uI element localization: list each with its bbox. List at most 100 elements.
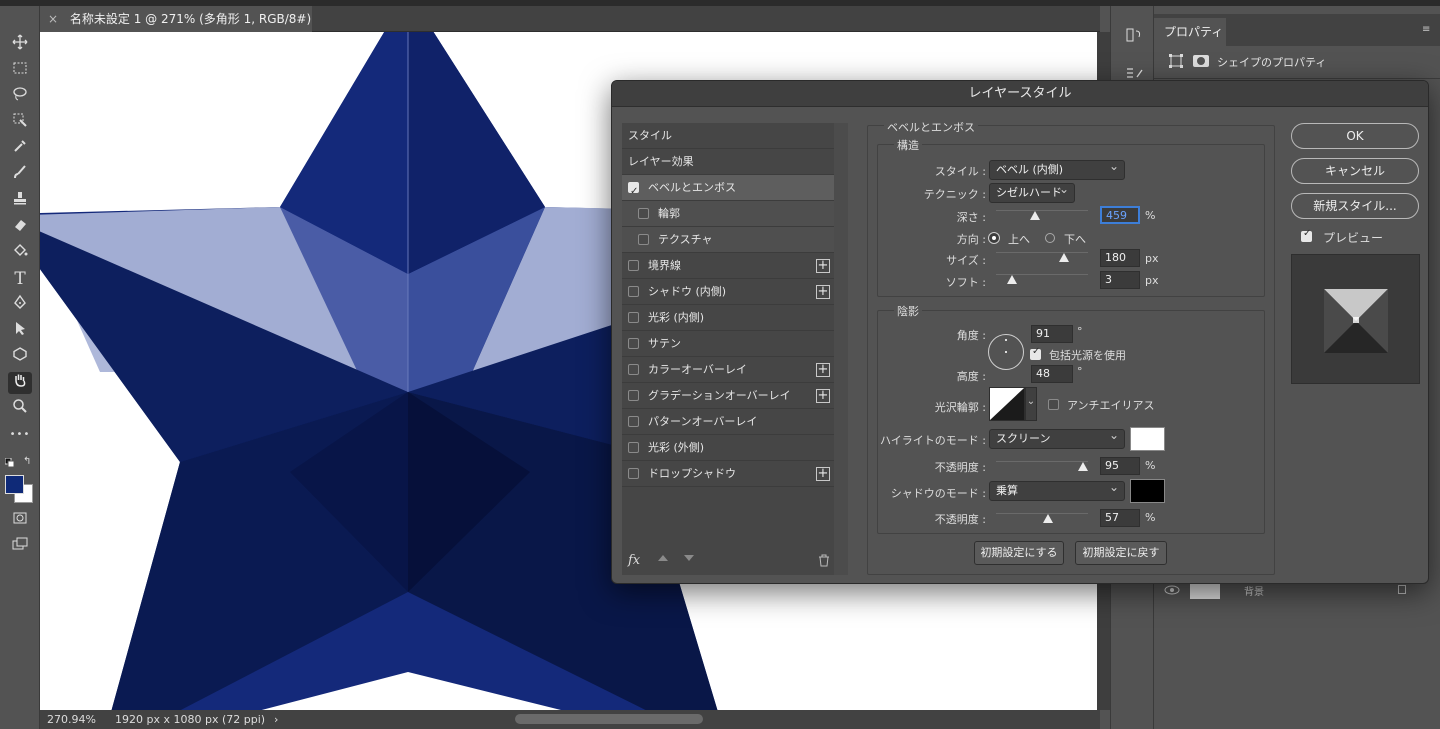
eye-icon[interactable] bbox=[1164, 584, 1180, 596]
screen-mode-icon[interactable] bbox=[8, 536, 32, 558]
angle-input[interactable]: 91 bbox=[1031, 325, 1073, 343]
history-icon[interactable] bbox=[1125, 26, 1143, 44]
default-colors-icon[interactable] bbox=[4, 457, 15, 468]
effect-checkbox[interactable] bbox=[628, 312, 639, 323]
effect-item[interactable]: 輪郭 bbox=[622, 201, 834, 227]
more-icon[interactable]: ••• bbox=[8, 424, 32, 446]
effect-checkbox[interactable] bbox=[628, 442, 639, 453]
shape-icon[interactable] bbox=[8, 346, 32, 368]
brush-settings-icon[interactable] bbox=[1125, 66, 1143, 80]
effect-checkbox[interactable] bbox=[628, 179, 639, 205]
foreground-color-swatch[interactable] bbox=[5, 475, 24, 494]
effect-item[interactable]: 境界線 + bbox=[622, 253, 834, 279]
effects-list-scrollbar[interactable] bbox=[834, 123, 848, 575]
effect-item[interactable]: ベベルとエンボス bbox=[622, 175, 834, 205]
effect-item[interactable]: ドロップシャドウ + bbox=[622, 461, 834, 487]
gloss-contour-dropdown[interactable]: ⌄ bbox=[1025, 387, 1037, 421]
lasso-icon[interactable] bbox=[8, 86, 32, 108]
make-default-button[interactable]: 初期設定にする bbox=[974, 541, 1064, 565]
add-effect-icon[interactable]: + bbox=[816, 285, 830, 299]
horizontal-scrollbar-thumb[interactable] bbox=[515, 714, 703, 724]
status-menu-arrow[interactable]: › bbox=[274, 710, 278, 729]
shadow-mode-select[interactable]: 乗算 bbox=[989, 478, 1125, 501]
soften-input[interactable]: 3 bbox=[1100, 271, 1140, 289]
style-select[interactable]: ベベル (内側) bbox=[989, 157, 1125, 180]
highlight-mode-select[interactable]: スクリーン bbox=[989, 426, 1125, 449]
size-input[interactable]: 180 bbox=[1100, 249, 1140, 267]
stamp-icon[interactable] bbox=[8, 190, 32, 212]
direction-down-radio[interactable] bbox=[1045, 233, 1055, 243]
move-down-icon[interactable] bbox=[684, 555, 694, 561]
pen-icon[interactable] bbox=[8, 294, 32, 316]
effect-checkbox[interactable] bbox=[628, 260, 639, 271]
effect-item[interactable]: 光彩 (外側) bbox=[622, 435, 834, 461]
effect-item[interactable]: グラデーションオーバーレイ + bbox=[622, 383, 834, 409]
brush-icon[interactable] bbox=[8, 164, 32, 186]
move-icon[interactable] bbox=[8, 34, 32, 56]
soften-slider-thumb[interactable] bbox=[1006, 275, 1017, 284]
effect-item[interactable]: テクスチャ bbox=[622, 227, 834, 253]
quick-mask-icon[interactable] bbox=[8, 510, 32, 532]
eyedropper-icon[interactable] bbox=[8, 138, 32, 160]
effect-checkbox[interactable] bbox=[638, 234, 649, 245]
effect-checkbox[interactable] bbox=[628, 338, 639, 349]
eraser-icon[interactable] bbox=[8, 216, 32, 238]
preview-checkbox[interactable] bbox=[1301, 228, 1312, 242]
paint-bucket-icon[interactable] bbox=[8, 242, 32, 264]
swap-colors-icon[interactable]: ↰ bbox=[23, 456, 31, 467]
antialias-checkbox[interactable] bbox=[1048, 399, 1059, 410]
effect-checkbox[interactable] bbox=[628, 364, 639, 375]
size-slider-thumb[interactable] bbox=[1059, 253, 1070, 262]
highlight-opacity-input[interactable]: 95 bbox=[1100, 457, 1140, 475]
effect-checkbox[interactable] bbox=[628, 468, 639, 479]
altitude-input[interactable]: 48 bbox=[1031, 365, 1073, 383]
add-effect-icon[interactable]: + bbox=[816, 259, 830, 273]
effect-item[interactable]: サテン bbox=[622, 331, 834, 357]
ok-button[interactable]: OK bbox=[1291, 123, 1419, 149]
direction-up-radio[interactable] bbox=[989, 233, 999, 243]
cancel-button[interactable]: キャンセル bbox=[1291, 158, 1419, 184]
highlight-opacity-slider[interactable] bbox=[996, 461, 1088, 462]
effect-item[interactable]: シャドウ (内側) + bbox=[622, 279, 834, 305]
depth-slider[interactable] bbox=[996, 210, 1088, 211]
document-tab[interactable]: × 名称未設定 1 @ 271% (多角形 1, RGB/8#) * bbox=[40, 6, 312, 52]
close-tab-icon[interactable]: × bbox=[48, 12, 58, 26]
effect-item[interactable]: カラーオーバーレイ + bbox=[622, 357, 834, 383]
path-select-icon[interactable] bbox=[8, 320, 32, 342]
effect-item[interactable]: 光彩 (内側) bbox=[622, 305, 834, 331]
styles-header[interactable]: スタイル bbox=[622, 123, 834, 149]
highlight-opacity-thumb[interactable] bbox=[1078, 462, 1089, 471]
size-slider[interactable] bbox=[996, 252, 1088, 253]
hand-icon[interactable] bbox=[8, 372, 32, 394]
move-up-icon[interactable] bbox=[658, 555, 668, 561]
effect-checkbox[interactable] bbox=[628, 286, 639, 297]
panel-menu-icon[interactable]: ≡ bbox=[1422, 24, 1430, 35]
shadow-opacity-thumb[interactable] bbox=[1043, 514, 1054, 523]
add-effect-icon[interactable]: + bbox=[816, 467, 830, 481]
effect-checkbox[interactable] bbox=[628, 390, 639, 401]
mask-props-icon[interactable] bbox=[1192, 53, 1210, 72]
add-effect-icon[interactable]: + bbox=[816, 363, 830, 377]
tab-properties[interactable]: プロパティ bbox=[1154, 18, 1226, 46]
zoom-icon[interactable] bbox=[8, 398, 32, 420]
effect-item[interactable]: パターンオーバーレイ bbox=[622, 409, 834, 435]
add-effect-icon[interactable]: + bbox=[816, 389, 830, 403]
shadow-color-swatch[interactable] bbox=[1130, 479, 1165, 503]
effect-checkbox[interactable] bbox=[628, 416, 639, 427]
marquee-icon[interactable] bbox=[8, 60, 32, 82]
technique-select[interactable]: シゼルハード bbox=[989, 180, 1075, 203]
new-style-button[interactable]: 新規スタイル... bbox=[1291, 193, 1419, 219]
angle-dial[interactable] bbox=[988, 334, 1024, 370]
zoom-level[interactable]: 270.94% bbox=[47, 710, 96, 729]
layer-effects-header[interactable]: レイヤー効果 bbox=[622, 149, 834, 175]
trash-icon[interactable] bbox=[818, 554, 830, 570]
shadow-opacity-slider[interactable] bbox=[996, 513, 1088, 514]
global-light-checkbox[interactable] bbox=[1030, 346, 1041, 360]
reset-default-button[interactable]: 初期設定に戻す bbox=[1075, 541, 1167, 565]
depth-input[interactable]: 459 bbox=[1100, 206, 1140, 224]
fx-icon[interactable]: fx bbox=[628, 553, 640, 568]
highlight-color-swatch[interactable] bbox=[1130, 427, 1165, 451]
gloss-contour-picker[interactable] bbox=[989, 387, 1025, 421]
depth-slider-thumb[interactable] bbox=[1029, 211, 1040, 220]
effect-checkbox[interactable] bbox=[638, 208, 649, 219]
